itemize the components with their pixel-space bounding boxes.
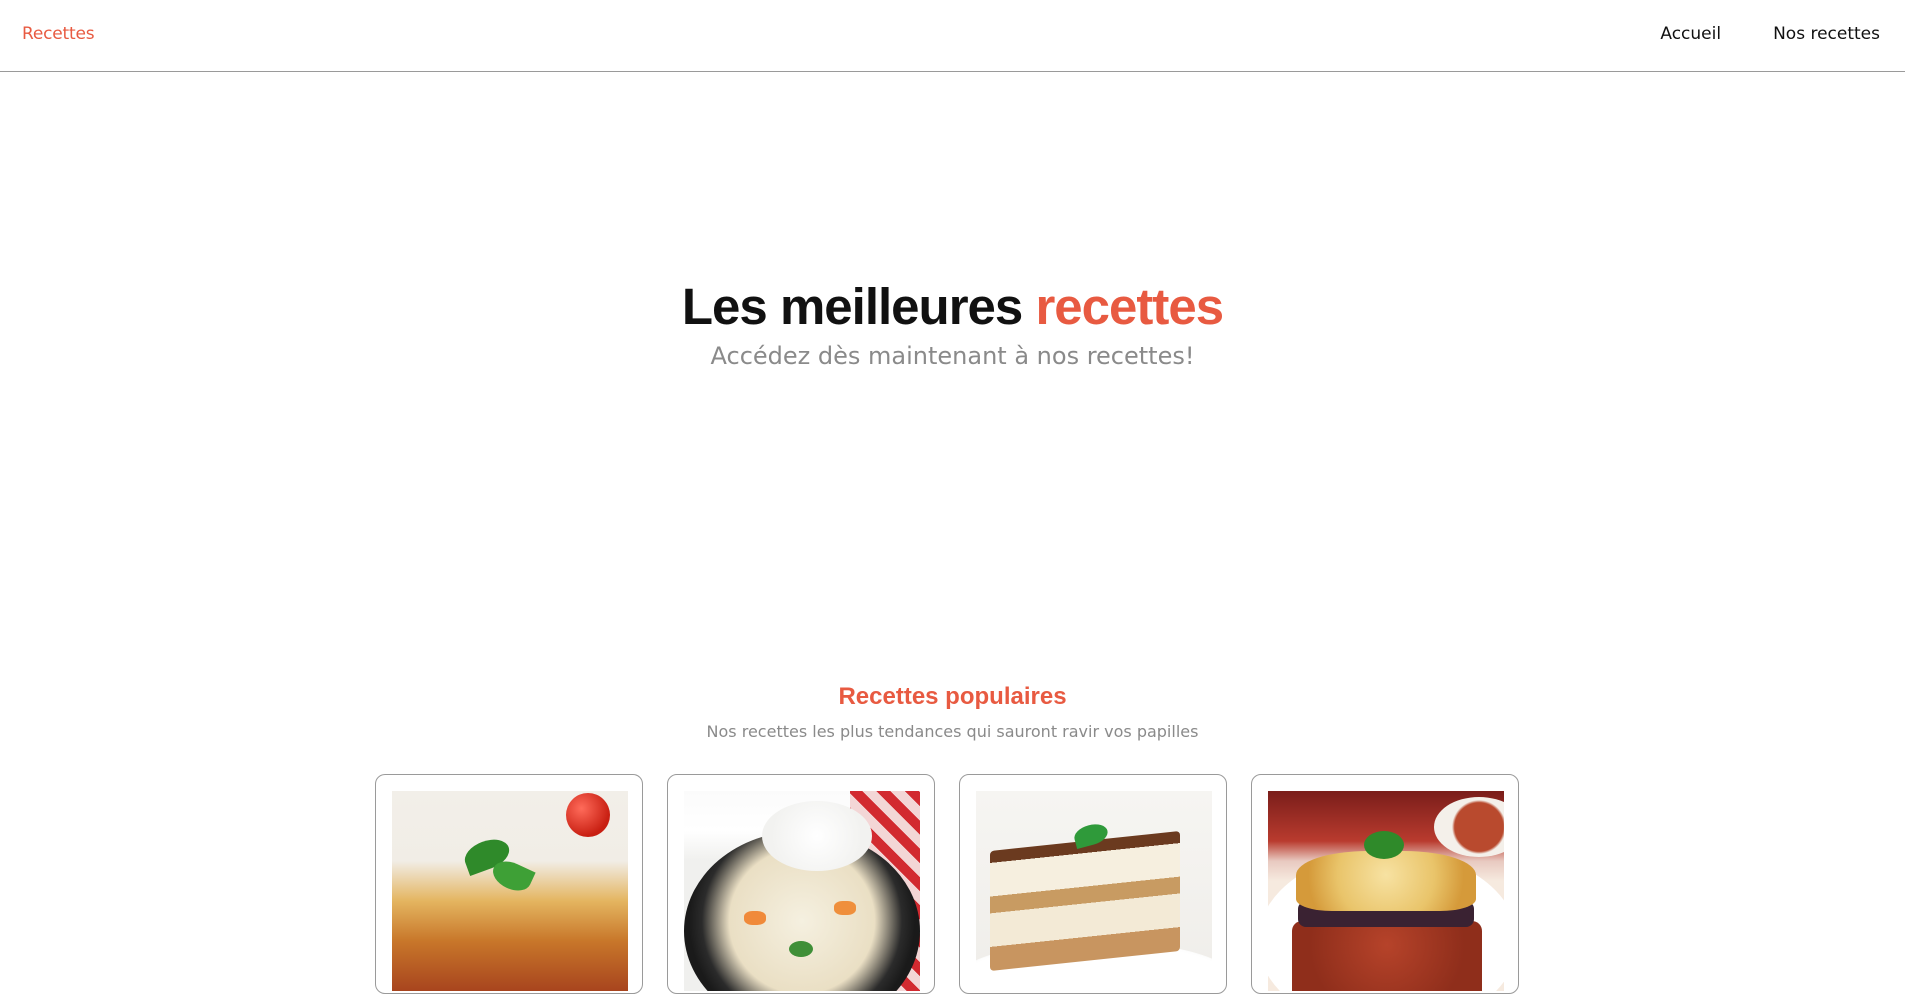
hero-section: Les meilleures recettes Accédez dès main…: [0, 278, 1905, 370]
meat-layer-shape: [1292, 921, 1482, 991]
nav-link-nos-recettes[interactable]: Nos recettes: [1773, 24, 1880, 44]
recipe-image-moussaka: [1268, 791, 1504, 991]
recipe-image-blanquette: [684, 791, 920, 991]
recipe-card[interactable]: [1251, 774, 1519, 994]
recipe-card[interactable]: [667, 774, 935, 994]
hero-title-accent: recettes: [1035, 278, 1224, 335]
carrot-shape: [834, 901, 856, 915]
popular-title: Recettes populaires: [838, 683, 1067, 710]
side-dish-shape: [1434, 797, 1504, 857]
herb-shape: [789, 941, 813, 957]
recipe-image-tiramisu: [976, 791, 1212, 991]
hero-subtitle: Accédez dès maintenant à nos recettes!: [710, 342, 1195, 370]
recipe-card[interactable]: [375, 774, 643, 994]
tomato-shape: [566, 793, 610, 837]
recipe-image-lasagna: [392, 791, 628, 991]
nav-links: Accueil Nos recettes: [1660, 24, 1880, 44]
popular-recipes-header: Recettes populaires Nos recettes les plu…: [0, 682, 1905, 742]
carrot-shape: [744, 911, 766, 925]
hero-title: Les meilleures recettes: [0, 278, 1905, 336]
popular-subtitle: Nos recettes les plus tendances qui saur…: [706, 722, 1199, 741]
recipe-cards: [375, 774, 1519, 994]
top-navbar: Recettes Accueil Nos recettes: [0, 0, 1905, 72]
tiramisu-cake-shape: [990, 831, 1180, 971]
parsley-shape: [1364, 831, 1404, 859]
nav-link-accueil[interactable]: Accueil: [1660, 24, 1721, 44]
brand-link[interactable]: Recettes: [22, 24, 95, 44]
hero-title-main: Les meilleures: [681, 278, 1023, 335]
recipe-card[interactable]: [959, 774, 1227, 994]
cheese-top-shape: [1296, 851, 1476, 911]
rice-shape: [762, 801, 872, 871]
